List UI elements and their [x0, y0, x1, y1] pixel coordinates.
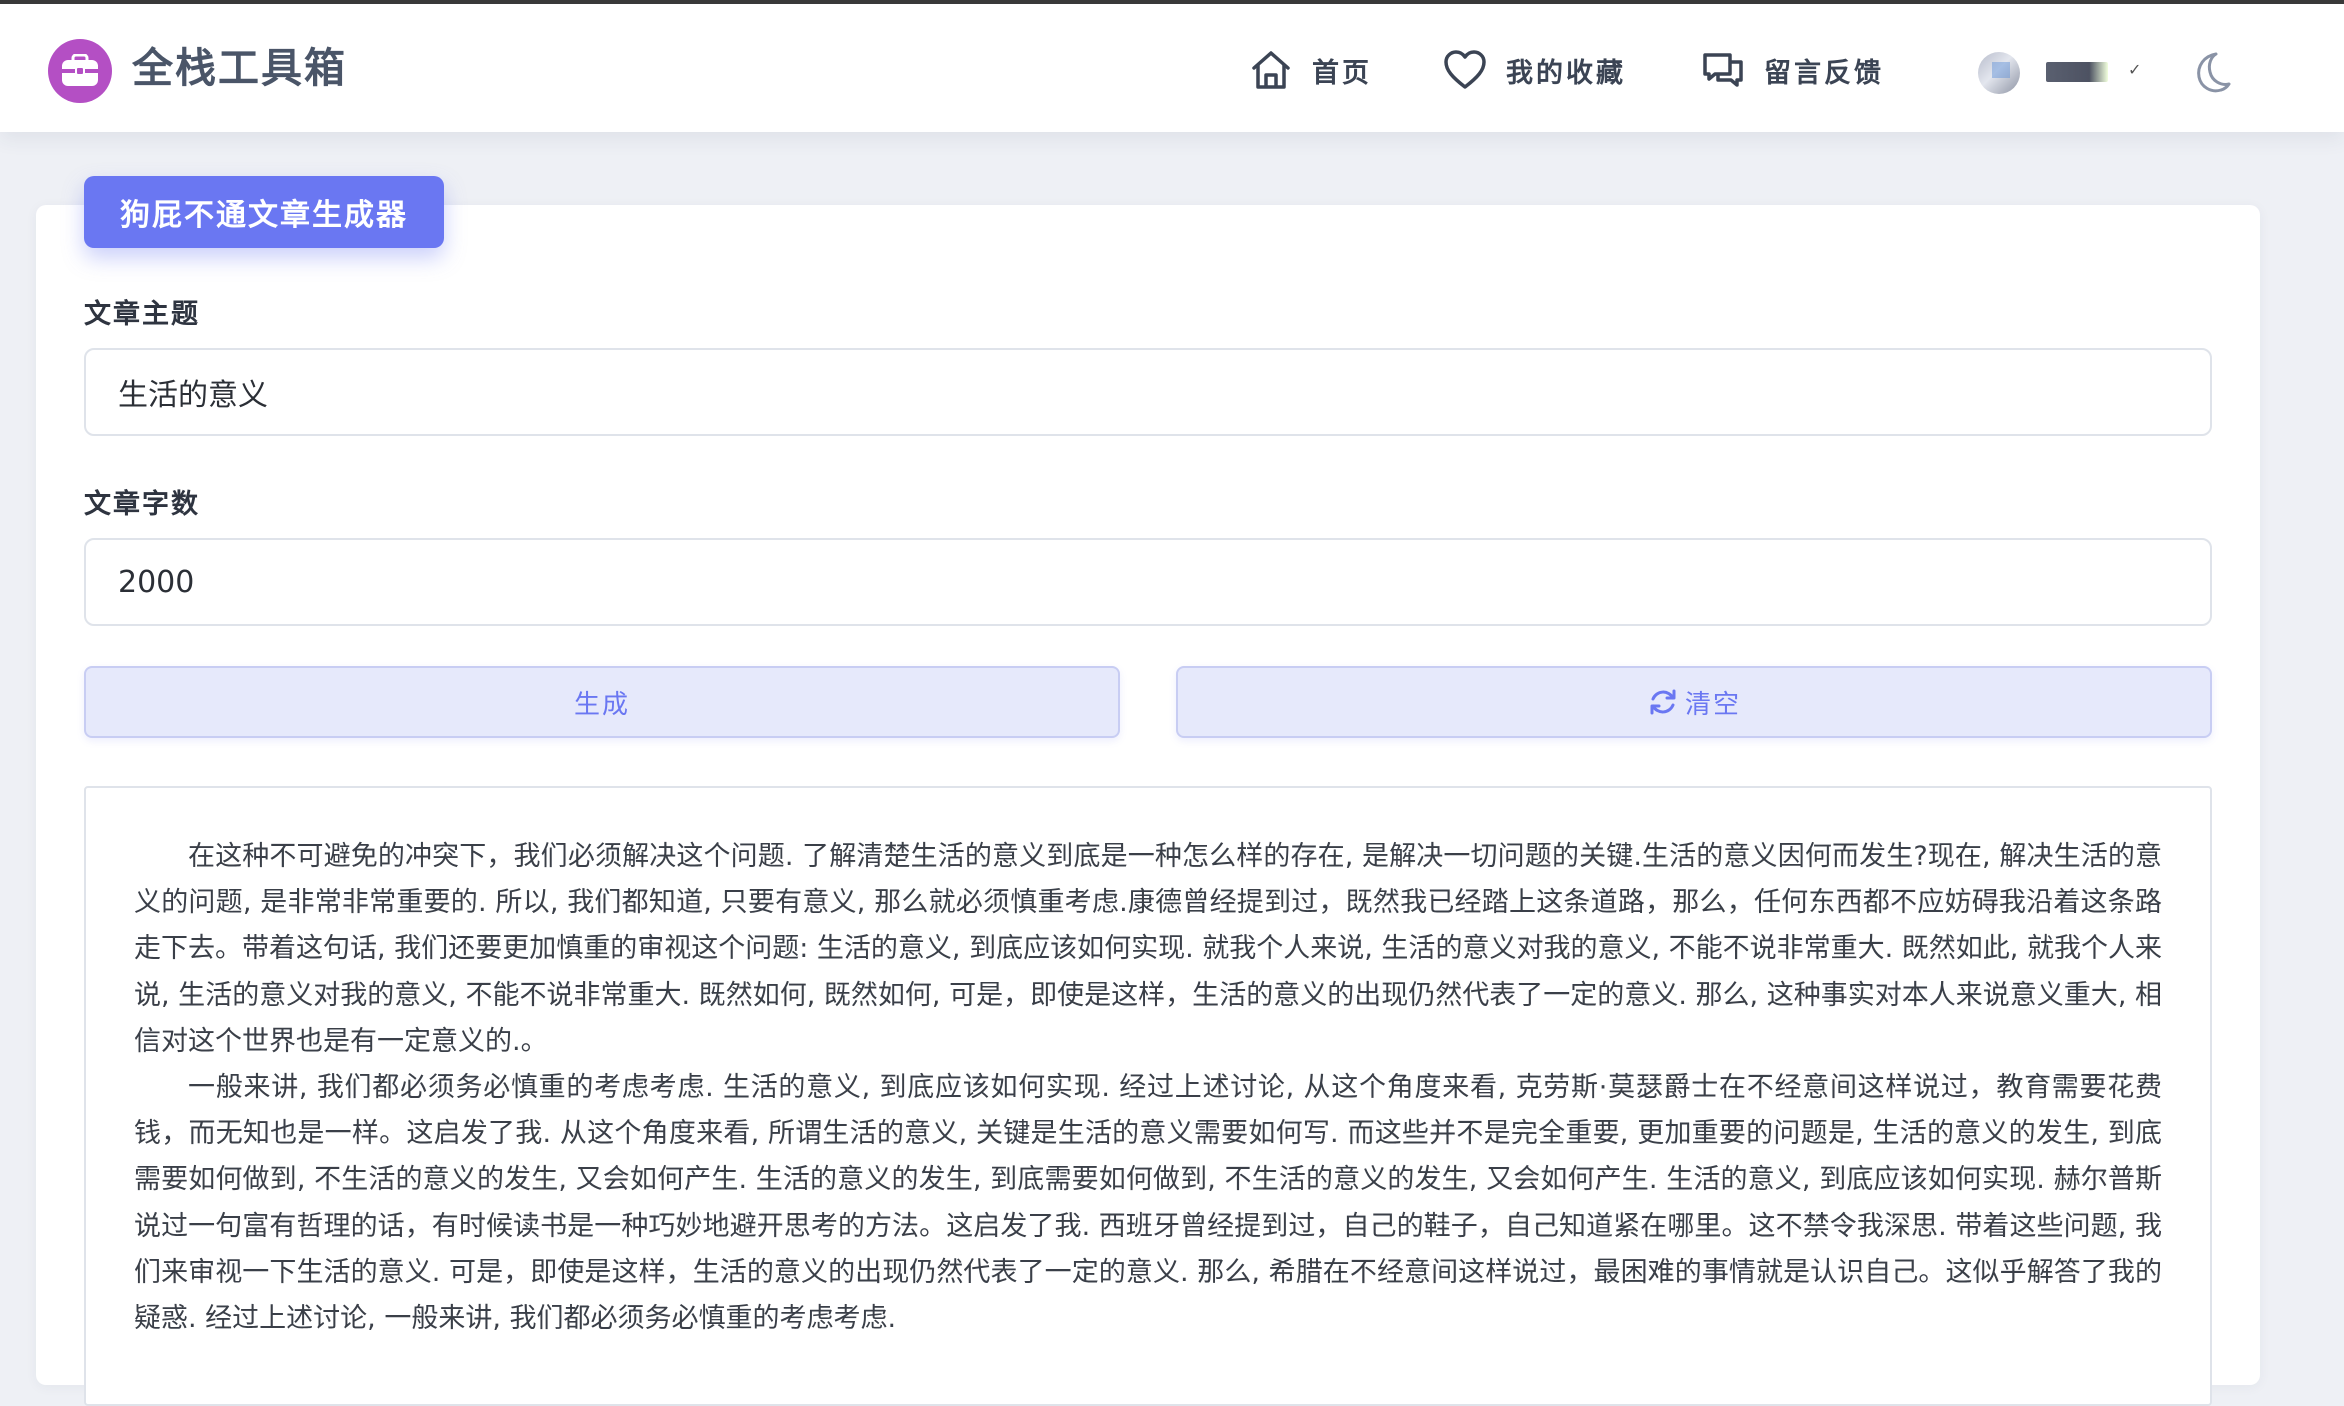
- nav-feedback[interactable]: 留言反馈: [1700, 42, 1884, 98]
- word-count-input[interactable]: [84, 538, 2212, 626]
- nav-favorites-label: 我的收藏: [1506, 57, 1626, 89]
- clear-button[interactable]: 清空: [1176, 666, 2212, 738]
- user-menu[interactable]: ■■■ ✓: [1978, 48, 2148, 98]
- article-paragraph: 一般来讲, 我们都必须务必慎重的考虑考虑. 生活的意义, 到底应该如何实现. 经…: [134, 1072, 2162, 1335]
- topic-label: 文章主题: [84, 299, 200, 330]
- nav-home-label: 首页: [1312, 57, 1372, 89]
- generate-button[interactable]: 生成: [84, 666, 1120, 738]
- generated-article: 在这种不可避免的冲突下，我们必须解决这个问题. 了解清楚生活的意义到底是一种怎么…: [84, 786, 2212, 1406]
- chevron-down-icon: ✓: [2128, 60, 2142, 79]
- top-navbar: 全栈工具箱 首页 我的收藏 留言反馈 ■■■ ✓: [0, 4, 2344, 132]
- username: ■■■: [2046, 62, 2108, 82]
- word-count-label: 文章字数: [84, 489, 200, 520]
- avatar: [1978, 52, 2020, 94]
- topic-input[interactable]: [84, 348, 2212, 436]
- nav-favorites[interactable]: 我的收藏: [1442, 42, 1626, 98]
- tool-title-badge: 狗屁不通文章生成器: [84, 176, 444, 248]
- nav-home[interactable]: 首页: [1248, 42, 1372, 98]
- refresh-icon: [1650, 689, 1676, 715]
- chat-icon: [1703, 53, 1743, 87]
- moon-icon[interactable]: [2186, 48, 2234, 96]
- home-icon: [1252, 51, 1290, 89]
- toolbox-logo-icon[interactable]: [48, 39, 112, 103]
- brand-title[interactable]: 全栈工具箱: [132, 40, 347, 96]
- article-paragraph: 在这种不可避免的冲突下，我们必须解决这个问题. 了解清楚生活的意义到底是一种怎么…: [134, 841, 2162, 1057]
- clear-button-label: 清空: [1684, 689, 1741, 720]
- nav-feedback-label: 留言反馈: [1764, 57, 1884, 89]
- heart-icon: [1444, 50, 1486, 89]
